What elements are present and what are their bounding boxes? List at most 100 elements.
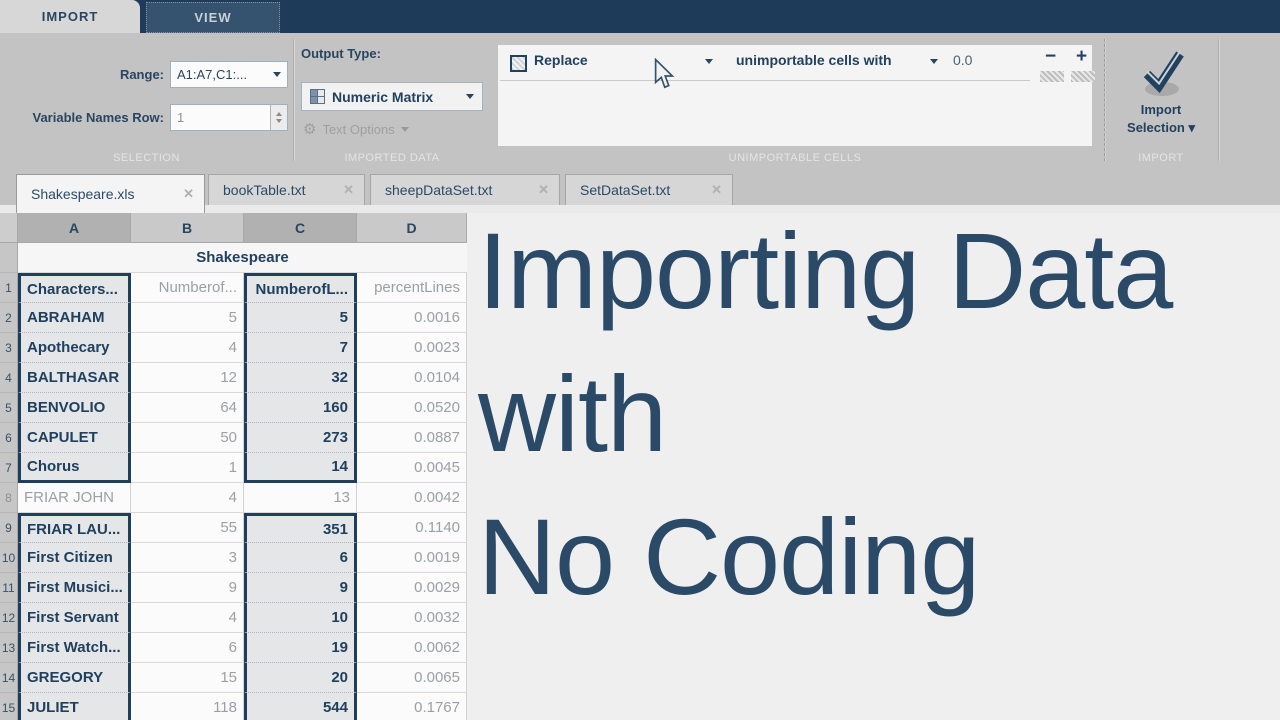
tab-view[interactable]: VIEW <box>146 2 280 33</box>
add-rule-button[interactable]: + <box>1076 46 1087 68</box>
cell-d[interactable]: 0.0104 <box>357 363 467 393</box>
document-tab[interactable]: Shakespeare.xls✕ <box>16 174 205 213</box>
import-selection-button[interactable]: Import <box>1104 102 1218 117</box>
cell-b[interactable]: 55 <box>131 513 244 543</box>
cell-a[interactable]: Chorus <box>18 453 131 483</box>
cell-d[interactable]: 0.0042 <box>357 483 467 513</box>
cell-b[interactable]: 3 <box>131 543 244 573</box>
spinner-down-icon[interactable] <box>276 119 282 123</box>
tab-import[interactable]: IMPORT <box>0 0 140 33</box>
row-number[interactable]: 2 <box>0 303 18 333</box>
row-number[interactable]: 1 <box>0 273 18 303</box>
remove-rule-button[interactable]: − <box>1045 46 1056 68</box>
cell-b[interactable]: 5 <box>131 303 244 333</box>
cell-a[interactable]: ABRAHAM <box>18 303 131 333</box>
cell-d[interactable]: 0.0520 <box>357 393 467 423</box>
cell-c[interactable]: 160 <box>244 393 357 423</box>
cell-b[interactable]: 4 <box>131 603 244 633</box>
cell-c[interactable]: NumberofL... <box>244 273 357 303</box>
cell-a[interactable]: BENVOLIO <box>18 393 131 423</box>
cell-c[interactable]: 10 <box>244 603 357 633</box>
variable-names-row-input[interactable]: 1 <box>170 104 288 131</box>
row-number[interactable]: 5 <box>0 393 18 423</box>
cell-c[interactable]: 20 <box>244 663 357 693</box>
stepper-control[interactable] <box>270 105 287 130</box>
cell-c[interactable]: 19 <box>244 633 357 663</box>
document-tab[interactable]: bookTable.txt✕ <box>208 174 365 205</box>
cell-d[interactable]: 0.0029 <box>357 573 467 603</box>
close-icon[interactable]: ✕ <box>697 182 722 198</box>
cell-a[interactable]: First Citizen <box>18 543 131 573</box>
chevron-down-icon[interactable] <box>930 59 938 64</box>
cell-c[interactable]: 273 <box>244 423 357 453</box>
text-options-button[interactable]: ⚙ Text Options <box>303 122 409 137</box>
row-number[interactable]: 4 <box>0 363 18 393</box>
row-number[interactable]: 3 <box>0 333 18 363</box>
row-number[interactable]: 12 <box>0 603 18 633</box>
row-number[interactable]: 15 <box>0 693 18 720</box>
row-number[interactable]: 13 <box>0 633 18 663</box>
cell-b[interactable]: 15 <box>131 663 244 693</box>
cell-b[interactable]: 1 <box>131 453 244 483</box>
close-icon[interactable]: ✕ <box>524 182 549 198</box>
cell-a[interactable]: GREGORY <box>18 663 131 693</box>
cell-a[interactable]: FRIAR LAU... <box>18 513 131 543</box>
cell-d[interactable]: 0.0062 <box>357 633 467 663</box>
cell-c[interactable]: 5 <box>244 303 357 333</box>
row-number[interactable]: 10 <box>0 543 18 573</box>
cell-a[interactable]: First Servant <box>18 603 131 633</box>
cell-c[interactable]: 32 <box>244 363 357 393</box>
chevron-down-icon[interactable] <box>273 72 281 77</box>
cell-a[interactable]: Characters... <box>18 273 131 303</box>
output-type-dropdown[interactable]: Numeric Matrix <box>301 82 483 111</box>
cell-b[interactable]: 12 <box>131 363 244 393</box>
cell-d[interactable]: 0.1140 <box>357 513 467 543</box>
cell-d[interactable]: 0.0019 <box>357 543 467 573</box>
cell-c[interactable]: 6 <box>244 543 357 573</box>
cell-b[interactable]: 118 <box>131 693 244 720</box>
cell-d[interactable]: 0.0023 <box>357 333 467 363</box>
cell-d[interactable]: 0.0887 <box>357 423 467 453</box>
cell-b[interactable]: 4 <box>131 333 244 363</box>
spinner-up-icon[interactable] <box>276 112 282 116</box>
cell-c[interactable]: 9 <box>244 573 357 603</box>
cell-b[interactable]: 9 <box>131 573 244 603</box>
cell-a[interactable]: First Musici... <box>18 573 131 603</box>
column-header-b[interactable]: B <box>131 213 244 243</box>
cell-d[interactable]: 0.0032 <box>357 603 467 633</box>
row-number[interactable]: 7 <box>0 453 18 483</box>
cell-d[interactable]: percentLines <box>357 273 467 303</box>
row-number[interactable]: 6 <box>0 423 18 453</box>
cell-a[interactable]: BALTHASAR <box>18 363 131 393</box>
row-number[interactable]: 11 <box>0 573 18 603</box>
column-header-d[interactable]: D <box>357 213 467 243</box>
chevron-down-icon[interactable] <box>705 59 713 64</box>
cell-c[interactable]: 7 <box>244 333 357 363</box>
import-check-icon[interactable] <box>1135 47 1191 99</box>
replace-value-input[interactable]: 0.0 <box>953 52 972 68</box>
cell-d[interactable]: 0.0065 <box>357 663 467 693</box>
cell-a[interactable]: First Watch... <box>18 633 131 663</box>
close-icon[interactable]: ✕ <box>169 186 194 202</box>
cell-a[interactable]: CAPULET <box>18 423 131 453</box>
import-selection-dropdown[interactable]: Selection ▾ <box>1104 120 1218 136</box>
cell-b[interactable]: 50 <box>131 423 244 453</box>
cell-d[interactable]: 0.0045 <box>357 453 467 483</box>
row-number[interactable]: 8 <box>0 483 18 513</box>
cell-c[interactable]: 351 <box>244 513 357 543</box>
cell-d[interactable]: 0.1767 <box>357 693 467 720</box>
close-icon[interactable]: ✕ <box>329 182 354 198</box>
cell-a[interactable]: FRIAR JOHN <box>18 483 131 513</box>
cell-d[interactable]: 0.0016 <box>357 303 467 333</box>
cell-b[interactable]: 4 <box>131 483 244 513</box>
cell-c[interactable]: 14 <box>244 453 357 483</box>
replace-checkbox[interactable] <box>510 55 527 72</box>
cell-c[interactable]: 544 <box>244 693 357 720</box>
range-input[interactable]: A1:A7,C1:... <box>170 61 288 88</box>
cell-c[interactable]: 13 <box>244 483 357 513</box>
column-header-c[interactable]: C <box>244 213 357 243</box>
cell-a[interactable]: JULIET <box>18 693 131 720</box>
cell-a[interactable]: Apothecary <box>18 333 131 363</box>
row-number[interactable]: 9 <box>0 513 18 543</box>
column-header-a[interactable]: A <box>18 213 131 243</box>
